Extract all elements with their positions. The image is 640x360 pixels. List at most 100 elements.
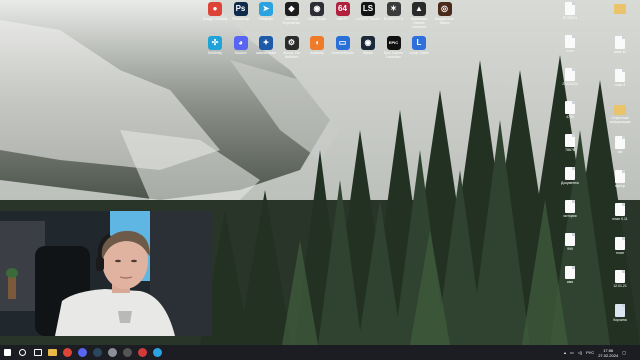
shortcut-label: Discord: [234, 51, 247, 55]
desktop-shortcut[interactable]: ▭ GeneralStudio: [330, 36, 356, 55]
shortcut-label: Ассоц. НА Кабинет: [283, 51, 300, 59]
desktop-shortcut[interactable]: ➤ Telegram: [253, 2, 279, 21]
chevron-up-icon[interactable]: ▴: [564, 350, 566, 355]
desktop-file[interactable]: имя: [553, 266, 587, 284]
notifications-icon[interactable]: ▢: [622, 350, 626, 355]
desktop-folder[interactable]: [603, 2, 637, 15]
shortcut-label: uatoolmaster: [255, 51, 277, 55]
desktop-shortcut[interactable]: ✦ uatoolmaster: [253, 36, 279, 55]
desktop-file[interactable]: 78678: [553, 134, 587, 152]
shortcut-label: LIGHTY Studio: [356, 17, 380, 21]
desktop-folder[interactable]: Секретная информация: [603, 103, 637, 124]
document-icon: [565, 68, 575, 81]
desktop-shortcut[interactable]: ● Google Chrome: [202, 2, 228, 21]
desktop-file[interactable]: стон: [553, 35, 587, 53]
chrome-icon: [63, 348, 72, 357]
desktop-file[interactable]: aзов 11: [603, 35, 637, 54]
shortcut-label: GeForce Experience: [282, 17, 301, 25]
taskbar-recorder[interactable]: [135, 345, 150, 360]
audacity-icon: ◖: [310, 36, 324, 50]
taskbar-steam[interactable]: [90, 345, 105, 360]
volume-icon[interactable]: ◁): [578, 350, 582, 355]
shortcut-label: Battlestate Games Launcher: [410, 17, 428, 29]
document-icon: [615, 203, 625, 216]
taskbar-items: [0, 345, 165, 360]
desktop-shortcut[interactable]: 64 afterFX: [330, 2, 356, 21]
discord-icon: [78, 348, 87, 357]
start-button[interactable]: [0, 345, 15, 360]
file-label: стон: [566, 49, 574, 53]
file-label: Корзина: [613, 317, 627, 322]
taskbar: ▴ ▭ ◁) РУС 17:56 27.02.2024 ▢: [0, 345, 640, 360]
search-button[interactable]: [15, 345, 30, 360]
webcam-overlay: [0, 211, 212, 336]
taskbar-discord[interactable]: [75, 345, 90, 360]
recycle-bin[interactable]: Корзина: [603, 303, 637, 322]
shield-icon: [108, 348, 117, 357]
file-label: 23423423: [562, 82, 578, 86]
file-label: Секретная информация: [609, 115, 631, 124]
taskbar-chrome[interactable]: [60, 345, 75, 360]
desktop-file[interactable]: план 0.11: [603, 203, 637, 221]
windows-icon: [4, 349, 11, 356]
desktop-file[interactable]: план 9: [603, 69, 637, 87]
obs-icon: [123, 348, 132, 357]
desktop-file[interactable]: hat: [603, 136, 637, 154]
taskbar-app[interactable]: [105, 345, 120, 360]
file-label: история: [563, 214, 577, 218]
taskbar-explorer[interactable]: [45, 345, 60, 360]
desktop-file[interactable]: 4750: [553, 101, 587, 119]
desktop-shortcut[interactable]: ⚙ Ассоц. НА Кабинет: [279, 36, 305, 59]
document-icon: [565, 266, 575, 279]
document-icon: [615, 169, 625, 183]
recycle-bin-icon: [615, 303, 625, 317]
desktop-file[interactable]: история: [553, 200, 587, 218]
desktop-shortcut[interactable]: ◉ OBS Studio: [304, 2, 330, 21]
desktop-shortcut[interactable]: ◎ Escape from Tarkov: [432, 2, 458, 25]
epic-icon: EPIC: [386, 36, 401, 50]
desktop-shortcut[interactable]: ◖ Audacity: [304, 36, 330, 55]
desktop-shortcut[interactable]: ◉ Steam: [355, 36, 381, 55]
desktop-file[interactable]: 23423423: [553, 68, 587, 86]
folder-icon: [614, 4, 626, 14]
lighty-icon: LS: [361, 2, 375, 16]
desktop-file[interactable]: ЕГЭ2021: [553, 2, 587, 20]
language-indicator[interactable]: РУС: [586, 350, 594, 355]
desktop-file[interactable]: Документы: [553, 167, 587, 185]
desktop-shortcut[interactable]: L Lunar Client: [406, 36, 432, 55]
desktop-file[interactable]: 12.01.21: [603, 270, 637, 288]
document-icon: [565, 200, 575, 213]
desktop-shortcut[interactable]: ▲ Battlestate Games Launcher: [406, 2, 432, 29]
taskbar-telegram[interactable]: [150, 345, 165, 360]
network-icon[interactable]: ▭: [570, 350, 574, 355]
tarkov-icon: ◎: [437, 2, 452, 16]
desktop-shortcut[interactable]: ✶ NVIDIA RTX: [381, 2, 407, 21]
settings-icon: ⚙: [284, 36, 299, 50]
desktop-shortcut[interactable]: ◆ GeForce Experience: [279, 2, 305, 25]
desktop-shortcut[interactable]: ◕ Discord: [228, 36, 254, 55]
file-label: 12.01.21: [613, 284, 627, 288]
desktop-file[interactable]: 999: [553, 233, 587, 251]
system-tray: ▴ ▭ ◁) РУС 17:56 27.02.2024 ▢: [564, 345, 626, 360]
taskview-button[interactable]: [30, 345, 45, 360]
desktop-shortcut[interactable]: ✣ Sublimity: [202, 36, 228, 55]
taskbar-obs[interactable]: [120, 345, 135, 360]
uatool-icon: ✦: [259, 36, 273, 50]
shortcut-label: Sublimity: [207, 51, 223, 55]
obs-icon: ◉: [310, 2, 324, 16]
desktop-shortcut[interactable]: EPIC Epic Games Launcher: [381, 36, 407, 59]
document-icon: [615, 136, 625, 149]
shortcut-label: afterFX: [336, 17, 349, 21]
search-icon: [19, 349, 26, 356]
aftereffects-icon: 64: [335, 2, 350, 16]
desktop-shortcut[interactable]: LS LIGHTY Studio: [355, 2, 381, 21]
desktop-file[interactable]: план: [603, 236, 637, 255]
document-icon: [615, 69, 625, 82]
desktop-shortcut[interactable]: Ps Photoshop: [228, 2, 254, 21]
shortcut-label: Photoshop: [232, 17, 249, 21]
desktop-file[interactable]: мусор: [603, 169, 637, 188]
taskview-icon: [33, 349, 42, 356]
document-icon: [615, 236, 625, 250]
clock[interactable]: 17:56 27.02.2024: [598, 348, 618, 358]
battlestate-icon: ▲: [412, 2, 426, 16]
